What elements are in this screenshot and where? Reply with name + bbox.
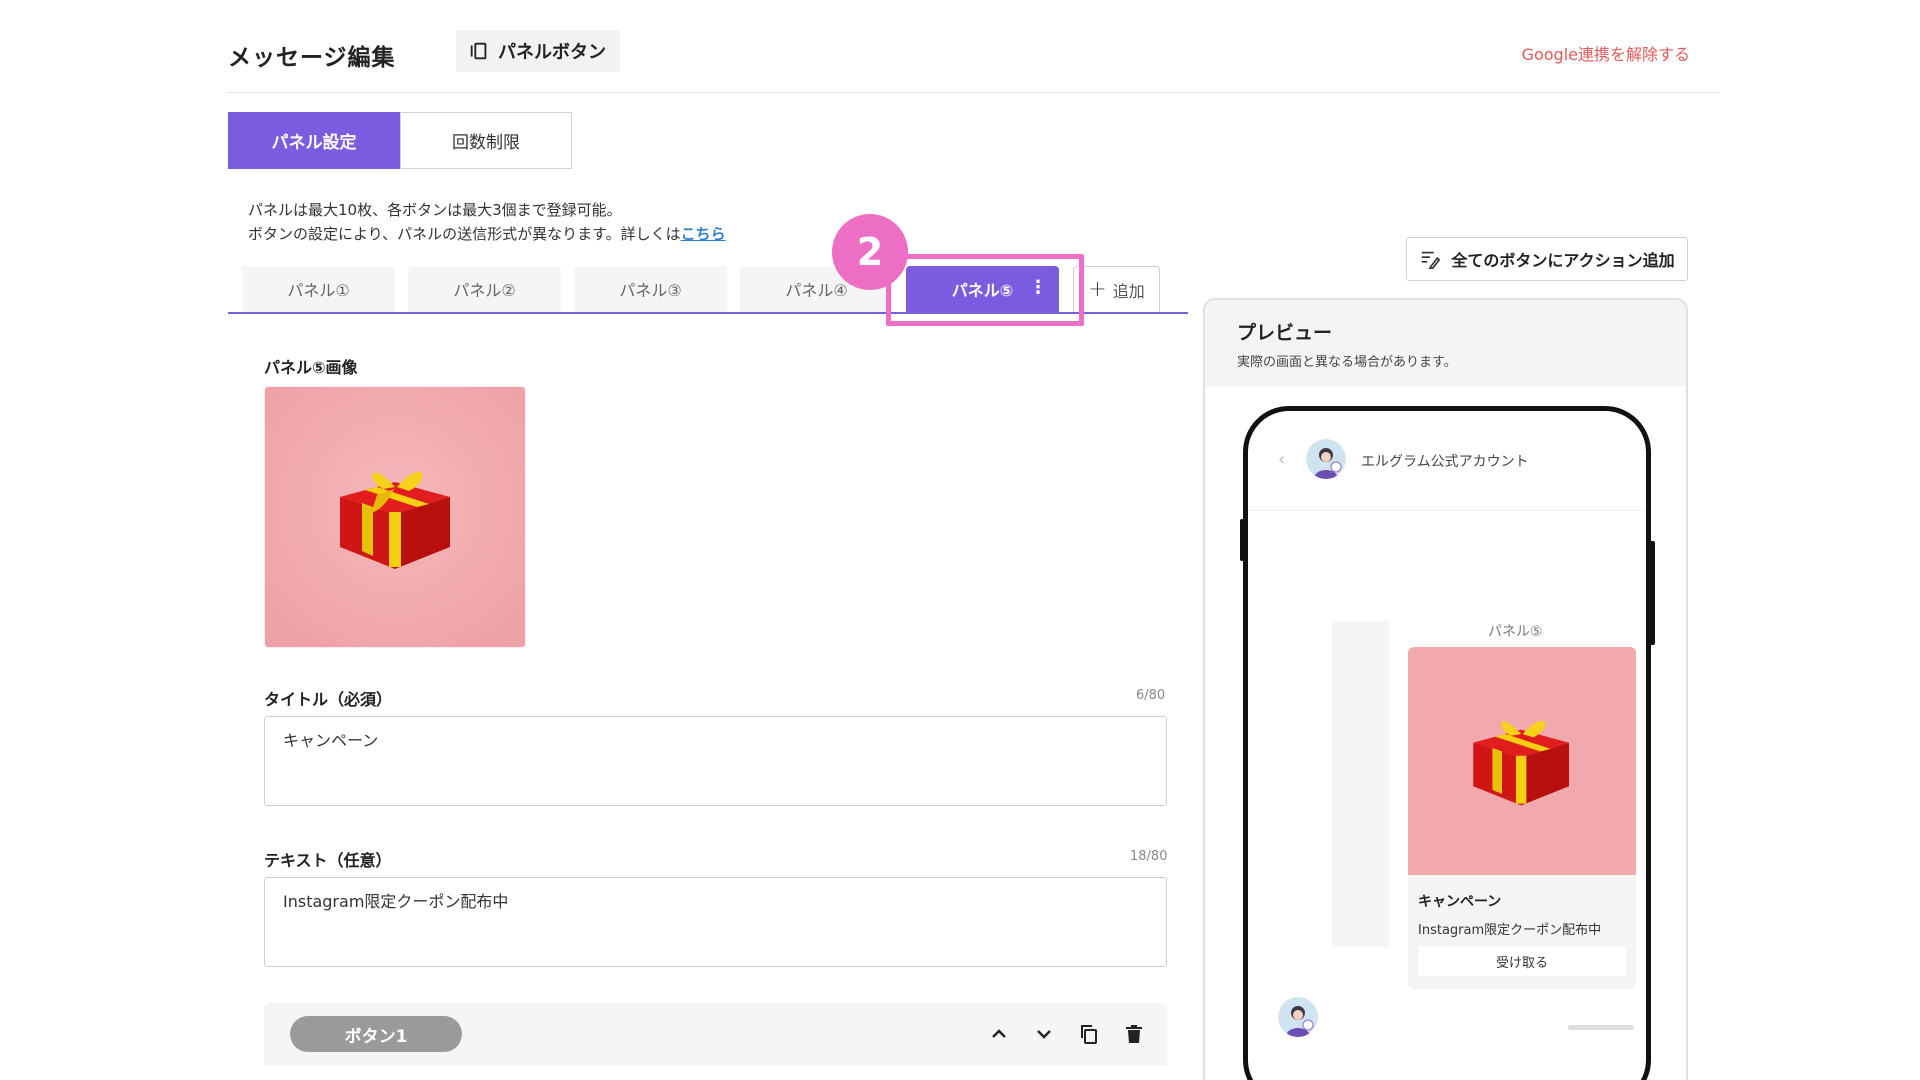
phone-power-button [1648,541,1655,645]
text-input[interactable]: Instagram限定クーポン配布中 [264,877,1167,967]
tab-panel-5[interactable]: パネル⑤ ⋮ [906,266,1059,312]
preview-header: プレビュー 実際の画面と異なる場合があります。 [1205,300,1686,386]
account-avatar [1306,439,1346,479]
preview-card-text: Instagram限定クーポン配布中 [1418,923,1602,938]
phone-mockup: ‹ エルグラム公式アカウント パネル⑤ キャンペーン Instagram限定クー… [1240,406,1655,1080]
phone-side-button [1240,519,1246,561]
preview-note: 実際の画面と異なる場合があります。 [1237,355,1457,370]
description-line-1: パネルは最大10枚、各ボタンは最大3個まで登録可能。 [248,201,622,219]
panel-image[interactable] [264,386,526,648]
details-link[interactable]: こちら [681,225,726,243]
panel-icon [470,42,487,60]
scroll-indicator [1568,1025,1634,1030]
description-line-2: ボタンの設定により、パネルの送信形式が異なります。詳しくはこちら [248,222,726,246]
gift-image [265,387,525,647]
page-title: メッセージ編集 [228,45,396,71]
preview-card-title: キャンペーン [1418,894,1502,910]
tab-panel-1[interactable]: パネル① [242,266,395,312]
message-type-chip: パネルボタン [456,30,620,72]
title-input[interactable]: キャンペーン [264,716,1167,806]
segment-count-limit[interactable]: 回数制限 [400,112,572,169]
add-action-label: 全てのボタンにアクション追加 [1451,251,1675,270]
title-label: タイトル（必須） [264,690,393,709]
settings-segment: パネル設定 回数制限 [228,112,572,169]
description-line-2-text: ボタンの設定により、パネルの送信形式が異なります。詳しくは [248,225,681,243]
list-edit-icon [1422,251,1441,269]
panel-tabs: パネル① パネル② パネル③ パネル④ パネル⑤ ⋮ + 追加 [228,266,1188,314]
preview-gift-image [1408,647,1636,875]
account-name: エルグラム公式アカウント [1361,454,1529,470]
google-unlink-link[interactable]: Google連携を解除する [1522,41,1690,65]
tab-panel-3[interactable]: パネル③ [574,266,727,312]
back-chevron-icon: ‹ [1278,449,1286,470]
page-header: メッセージ編集 パネルボタン Google連携を解除する [228,28,1720,93]
add-panel-tab[interactable]: + 追加 [1073,266,1160,312]
segment-panel-settings[interactable]: パネル設定 [228,112,400,169]
chat-header: ‹ エルグラム公式アカウント [1248,411,1646,511]
add-panel-label: 追加 [1112,281,1145,301]
copy-icon[interactable] [1075,1020,1103,1048]
panel-image-label: パネル⑤画像 [264,358,358,377]
panel-description: パネルは最大10枚、各ボタンは最大3個まで登録可能。 ボタンの設定により、パネル… [248,198,726,246]
preview-title: プレビュー [1237,322,1333,344]
tab-panel-2[interactable]: パネル② [408,266,561,312]
tab-panel-5-label: パネル⑤ [951,281,1014,300]
preview-card-button[interactable]: 受け取る [1418,946,1626,976]
preview-panel-caption: パネル⑤ [1488,624,1543,640]
text-label: テキスト（任意） [264,851,392,870]
button-1-row: ボタン1 [264,1003,1167,1065]
previous-card-stub [1332,621,1390,947]
chevron-up-icon[interactable] [985,1020,1013,1048]
tab-menu-icon[interactable]: ⋮ [1029,279,1047,297]
add-action-all-buttons[interactable]: 全てのボタンにアクション追加 [1406,237,1688,281]
step-number-badge: 2 [832,214,908,290]
bot-avatar [1278,997,1318,1037]
button-1-pill[interactable]: ボタン1 [290,1016,462,1052]
preview-card: キャンペーン Instagram限定クーポン配布中 受け取る [1408,647,1636,989]
preview-pane: プレビュー 実際の画面と異なる場合があります。 ‹ エルグラム公式アカウント パ… [1203,298,1688,1080]
text-char-counter: 18/80 [1130,849,1168,864]
trash-icon[interactable] [1120,1020,1148,1048]
title-char-counter: 6/80 [1136,688,1166,703]
plus-icon: + [1088,277,1107,302]
chevron-down-icon[interactable] [1030,1020,1058,1048]
message-type-label: パネルボタン [498,42,606,63]
